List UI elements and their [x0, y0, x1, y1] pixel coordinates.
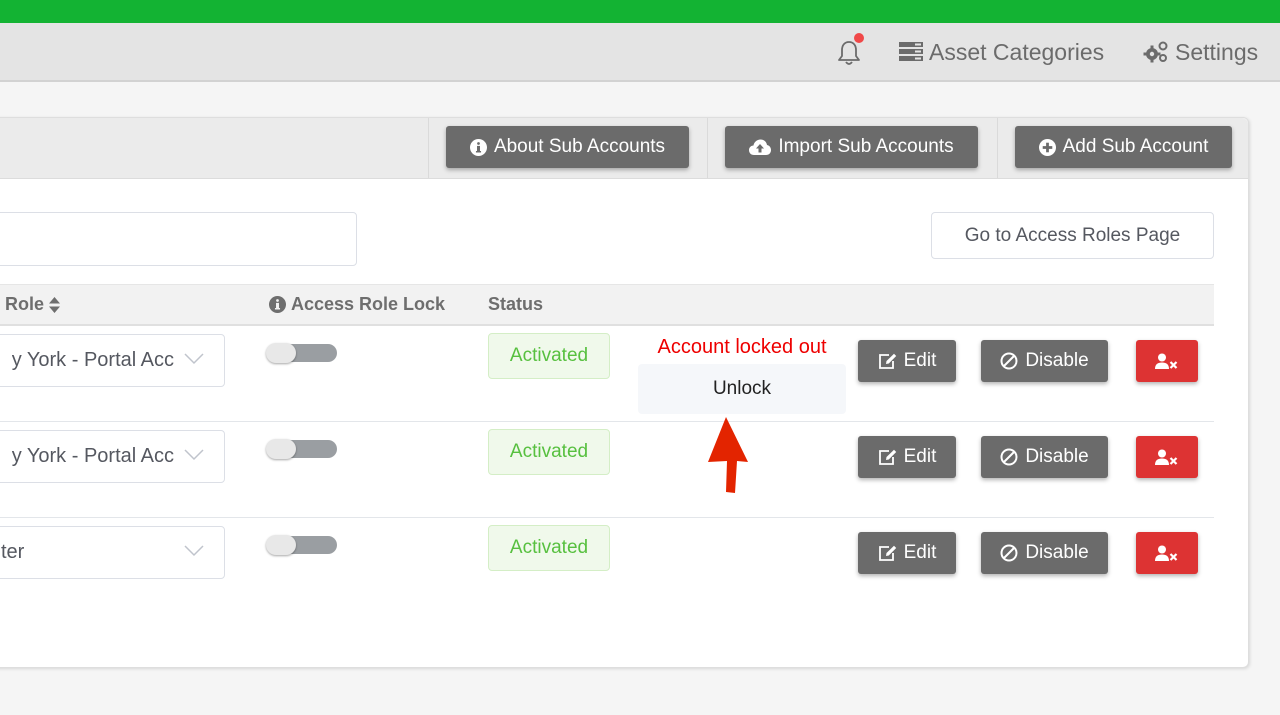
info-circle-icon: [469, 138, 487, 156]
status-badge: Activated: [488, 525, 610, 571]
nav-settings-label: Settings: [1175, 38, 1259, 65]
nav-asset-categories[interactable]: Asset Categories: [899, 37, 1104, 67]
nav-settings[interactable]: Settings: [1143, 37, 1258, 67]
role-select-value: y York - Portal Acc: [11, 445, 174, 467]
info-circle-icon[interactable]: [269, 296, 286, 313]
header-divider: [707, 118, 708, 178]
disable-button[interactable]: Disable: [981, 436, 1108, 478]
nav-asset-categories-label: Asset Categories: [929, 38, 1105, 65]
add-sub-account-label: Add Sub Account: [1062, 136, 1209, 157]
user-remove-icon: [1155, 545, 1178, 561]
search-input[interactable]: [0, 212, 357, 266]
top-banner: [0, 0, 1280, 23]
chevron-down-icon: [184, 449, 204, 461]
access-role-lock-toggle[interactable]: [266, 535, 337, 555]
server-icon: [899, 42, 923, 61]
disable-label: Disable: [1025, 542, 1089, 563]
remove-user-button[interactable]: [1136, 532, 1198, 574]
toggle-knob: [266, 439, 296, 459]
access-role-lock-toggle[interactable]: [266, 439, 337, 459]
role-select[interactable]: y York - Portal Acc: [0, 430, 225, 483]
column-status-label: Status: [488, 294, 544, 314]
ban-icon: [1000, 448, 1018, 466]
disable-label: Disable: [1025, 350, 1089, 371]
account-locked-message: Account locked out: [657, 336, 827, 358]
about-sub-accounts-label: About Sub Accounts: [493, 136, 666, 157]
toggle-knob: [266, 343, 296, 363]
add-sub-account-button[interactable]: Add Sub Account: [1015, 126, 1232, 168]
remove-user-button[interactable]: [1136, 436, 1198, 478]
column-role[interactable]: Role: [5, 294, 61, 315]
ban-icon: [1000, 544, 1018, 562]
edit-icon: [878, 449, 896, 465]
disable-label: Disable: [1025, 446, 1089, 467]
role-select[interactable]: y York - Portal Acc: [0, 334, 225, 387]
status-badge: Activated: [488, 333, 610, 379]
edit-button[interactable]: Edit: [858, 340, 956, 382]
access-role-lock-toggle[interactable]: [266, 343, 337, 363]
table-header: Role Access Role Lock Status: [0, 284, 1214, 326]
edit-icon: [878, 353, 896, 369]
annotation-arrow-up-icon: [708, 417, 748, 493]
plus-circle-icon: [1038, 138, 1056, 156]
column-access-role-lock-label: Access Role Lock: [291, 294, 446, 314]
edit-label: Edit: [903, 542, 937, 563]
toggle-knob: [266, 535, 296, 555]
bell-icon: [838, 41, 860, 65]
table-row: y York - Portal Acc Activated Account lo…: [0, 326, 1214, 422]
column-access-role-lock: Access Role Lock: [269, 294, 445, 315]
ban-icon: [1000, 352, 1018, 370]
header-divider: [997, 118, 998, 178]
disable-button[interactable]: Disable: [981, 340, 1108, 382]
unlock-button[interactable]: Unlock: [638, 364, 846, 414]
disable-button[interactable]: Disable: [981, 532, 1108, 574]
user-remove-icon: [1155, 449, 1178, 465]
edit-button[interactable]: Edit: [858, 532, 956, 574]
notifications-button[interactable]: [836, 33, 864, 67]
header-divider: [428, 118, 429, 178]
go-to-access-roles-button[interactable]: Go to Access Roles Page: [931, 212, 1214, 259]
edit-button[interactable]: Edit: [858, 436, 956, 478]
edit-label: Edit: [903, 446, 937, 467]
about-sub-accounts-button[interactable]: About Sub Accounts: [446, 126, 689, 168]
cogs-icon: [1143, 41, 1168, 63]
table-row: y York - Portal Acc Activated Edit Disab…: [0, 422, 1214, 518]
user-remove-icon: [1155, 353, 1178, 369]
status-badge: Activated: [488, 429, 610, 475]
chevron-down-icon: [184, 545, 204, 557]
import-sub-accounts-button[interactable]: Import Sub Accounts: [725, 126, 978, 168]
chevron-down-icon: [184, 353, 204, 365]
remove-user-button[interactable]: [1136, 340, 1198, 382]
role-select-value: ter: [1, 541, 25, 563]
notification-dot: [854, 33, 864, 43]
role-select[interactable]: ter: [0, 526, 225, 579]
edit-icon: [878, 545, 896, 561]
cloud-upload-icon: [749, 139, 772, 155]
column-status: Status: [488, 294, 543, 315]
sort-icon: [49, 296, 61, 313]
import-sub-accounts-label: Import Sub Accounts: [778, 136, 954, 157]
role-select-value: y York - Portal Acc: [11, 349, 174, 371]
column-role-label: Role: [5, 294, 45, 314]
navbar: Asset Categories Settings: [0, 23, 1280, 82]
edit-label: Edit: [903, 350, 937, 371]
table-row: ter Activated Edit Disable: [0, 518, 1214, 614]
card-header: About Sub Accounts Import Sub Accounts A…: [0, 118, 1248, 179]
